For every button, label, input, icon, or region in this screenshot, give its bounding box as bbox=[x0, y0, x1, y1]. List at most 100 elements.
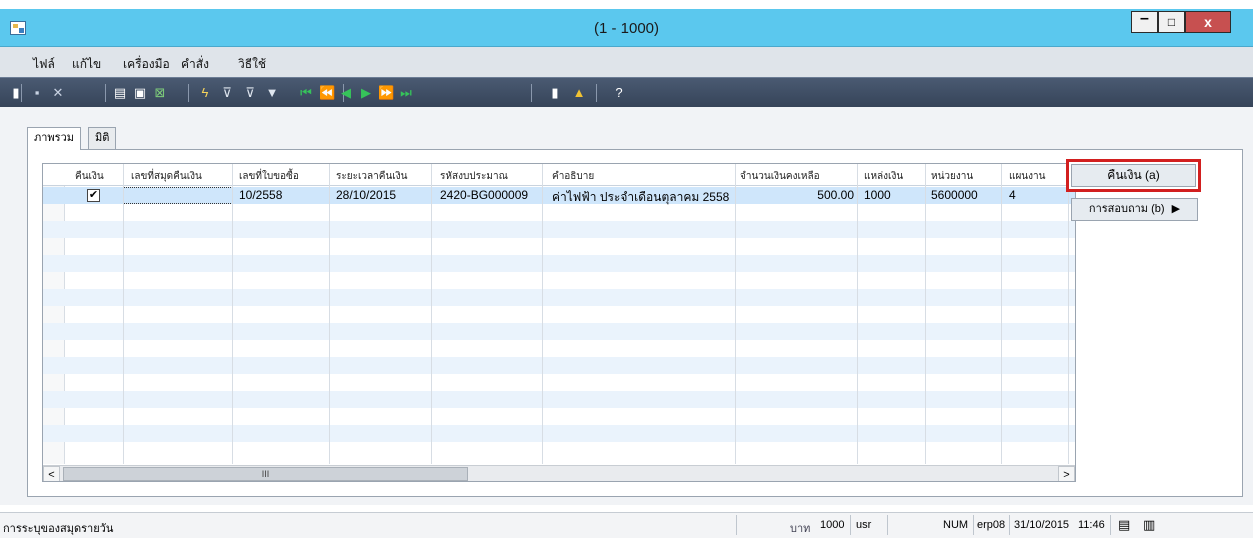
menu-help[interactable]: วิธีใช้ bbox=[238, 55, 266, 74]
company-value[interactable]: 1000 bbox=[820, 519, 844, 531]
database-icon[interactable]: ▥ bbox=[1143, 517, 1155, 533]
col-header-budget-code[interactable]: รหัสงบประมาณ bbox=[440, 169, 508, 184]
column-divider bbox=[123, 164, 124, 464]
menu-tools[interactable]: เครื่องมือ bbox=[123, 55, 170, 74]
table-row[interactable] bbox=[43, 425, 1075, 442]
advanced-filter-icon[interactable]: ⊽ bbox=[242, 85, 258, 101]
table-row[interactable] bbox=[43, 255, 1075, 272]
toolbar-separator bbox=[105, 84, 106, 102]
pr-no-cell[interactable]: 10/2558 bbox=[239, 188, 282, 202]
col-header-remaining-amount[interactable]: จำนวนเงินคงเหลือ bbox=[740, 169, 820, 184]
toolbar-separator bbox=[596, 84, 597, 102]
column-divider bbox=[542, 164, 543, 464]
column-divider bbox=[925, 164, 926, 464]
time-value: 11:46 bbox=[1078, 519, 1105, 531]
print-icon[interactable]: ▤ bbox=[112, 85, 128, 101]
tab-overview[interactable]: ภาพรวม bbox=[27, 127, 82, 150]
tab-panel: คืนเงิน เลขที่สมุดคืนเงิน เลขที่ใบขอซื้อ… bbox=[27, 149, 1243, 497]
save-icon[interactable]: ▪ bbox=[29, 85, 45, 101]
new-icon[interactable]: ▮ bbox=[8, 85, 24, 101]
table-row[interactable] bbox=[43, 323, 1075, 340]
scroll-left-icon[interactable]: < bbox=[43, 466, 60, 481]
document-handling-icon[interactable]: ▤ bbox=[1118, 517, 1130, 533]
status-text: การระบุของสมุดรายวัน bbox=[3, 523, 114, 535]
tab-dimensions[interactable]: มิติ bbox=[88, 127, 117, 149]
status-separator bbox=[1110, 515, 1111, 535]
column-divider bbox=[735, 164, 736, 464]
table-row[interactable] bbox=[43, 272, 1075, 289]
refund-button[interactable]: คืนเงิน (a) bbox=[1071, 164, 1196, 187]
table-row[interactable] bbox=[43, 221, 1075, 238]
previous-record-icon[interactable]: ◀ bbox=[338, 85, 354, 101]
horizontal-scrollbar[interactable]: < III > bbox=[43, 465, 1075, 481]
date-value: 31/10/2015 bbox=[1014, 519, 1070, 531]
budget-code-cell[interactable]: 2420-BG000009 bbox=[440, 188, 528, 202]
alert-icon[interactable]: ▲ bbox=[571, 85, 587, 101]
menu-edit[interactable]: แก้ไข bbox=[72, 55, 101, 74]
clear-filter-icon[interactable]: ▼ bbox=[264, 85, 280, 101]
col-header-refund-date[interactable]: ระยะเวลาคืนเงิน bbox=[336, 169, 407, 184]
server-value: erp08 bbox=[977, 519, 1006, 531]
previous-page-icon[interactable]: ⏪ bbox=[319, 85, 335, 101]
status-separator bbox=[887, 515, 888, 535]
menu-command[interactable]: คำสั่ง bbox=[181, 55, 209, 74]
table-row[interactable] bbox=[43, 238, 1075, 255]
table-row[interactable] bbox=[43, 357, 1075, 374]
attachment-icon[interactable]: ▮ bbox=[547, 85, 563, 101]
status-separator bbox=[850, 515, 851, 535]
user-value: usr bbox=[856, 519, 872, 531]
chevron-right-icon: ▶ bbox=[1171, 203, 1181, 215]
next-record-icon[interactable]: ▶ bbox=[358, 85, 374, 101]
table-row[interactable] bbox=[43, 204, 1075, 221]
print-preview-icon[interactable]: ▣ bbox=[132, 85, 148, 101]
plan-cell[interactable]: 4 bbox=[1009, 188, 1016, 202]
table-row-selected[interactable]: ✔ 10/2558 28/10/2015 2420-BG000009 ค่าไฟ… bbox=[43, 187, 1075, 204]
window-title: (1 - 1000) bbox=[593, 20, 660, 37]
table-row[interactable] bbox=[43, 340, 1075, 357]
scroll-thumb[interactable]: III bbox=[63, 467, 468, 481]
table-row[interactable] bbox=[43, 306, 1075, 323]
help-icon[interactable]: ? bbox=[611, 85, 627, 101]
col-header-plan[interactable]: แผนงาน bbox=[1009, 169, 1045, 184]
next-page-icon[interactable]: ⏩ bbox=[378, 85, 394, 101]
filter-by-grid-icon[interactable]: ⊽ bbox=[219, 85, 235, 101]
col-header-description[interactable]: คำอธิบาย bbox=[552, 169, 594, 184]
delete-icon[interactable]: ✕ bbox=[50, 85, 66, 101]
refund-checkbox[interactable]: ✔ bbox=[87, 189, 100, 202]
column-divider bbox=[857, 164, 858, 464]
refund-grid[interactable]: คืนเงิน เลขที่สมุดคืนเงิน เลขที่ใบขอซื้อ… bbox=[42, 163, 1076, 482]
filter-by-selection-icon[interactable]: ϟ bbox=[197, 85, 213, 101]
table-row[interactable] bbox=[43, 391, 1075, 408]
col-header-fund-source[interactable]: แหล่งเงิน bbox=[864, 169, 903, 184]
inquiry-button-label: การสอบถาม (b) bbox=[1088, 203, 1165, 215]
maximize-button[interactable]: □ bbox=[1158, 11, 1185, 33]
first-record-icon[interactable]: ⏮ bbox=[298, 85, 314, 101]
grid-header: คืนเงิน เลขที่สมุดคืนเงิน เลขที่ใบขอซื้อ… bbox=[43, 164, 1075, 186]
col-header-unit[interactable]: หน่วยงาน bbox=[931, 169, 973, 184]
table-row[interactable] bbox=[43, 374, 1075, 391]
unit-cell[interactable]: 5600000 bbox=[931, 188, 978, 202]
col-header-refund[interactable]: คืนเงิน bbox=[75, 169, 104, 184]
minimize-button[interactable]: – bbox=[1131, 11, 1158, 33]
numlock-indicator: NUM bbox=[943, 519, 969, 531]
refund-date-cell[interactable]: 28/10/2015 bbox=[336, 188, 396, 202]
column-divider bbox=[329, 164, 330, 464]
voucher-no-cell[interactable] bbox=[123, 187, 233, 204]
amount-cell[interactable]: 500.00 bbox=[776, 188, 854, 202]
status-separator bbox=[973, 515, 974, 535]
close-button[interactable]: x bbox=[1185, 11, 1231, 33]
table-row[interactable] bbox=[43, 289, 1075, 306]
last-record-icon[interactable]: ⏭ bbox=[398, 85, 414, 101]
inquiry-button[interactable]: การสอบถาม (b) ▶ bbox=[1071, 198, 1198, 221]
fund-source-cell[interactable]: 1000 bbox=[864, 188, 891, 202]
col-header-voucher-no[interactable]: เลขที่สมุดคืนเงิน bbox=[131, 169, 202, 184]
toolbar: ▮ ▪ ✕ ▤ ▣ ⊠ ϟ ⊽ ⊽ ▼ ⏮ ⏪ ◀ ▶ ⏩ ⏭ ▮ ▲? bbox=[0, 77, 1253, 107]
menu-file[interactable]: ไฟล์ bbox=[33, 55, 55, 74]
toolbar-separator bbox=[531, 84, 532, 102]
table-row[interactable] bbox=[43, 408, 1075, 425]
table-row[interactable] bbox=[43, 442, 1075, 459]
col-header-pr-no[interactable]: เลขที่ใบขอซื้อ bbox=[239, 169, 299, 184]
export-excel-icon[interactable]: ⊠ bbox=[152, 85, 168, 101]
scroll-right-icon[interactable]: > bbox=[1058, 466, 1075, 481]
currency-label: บาท bbox=[790, 523, 811, 535]
